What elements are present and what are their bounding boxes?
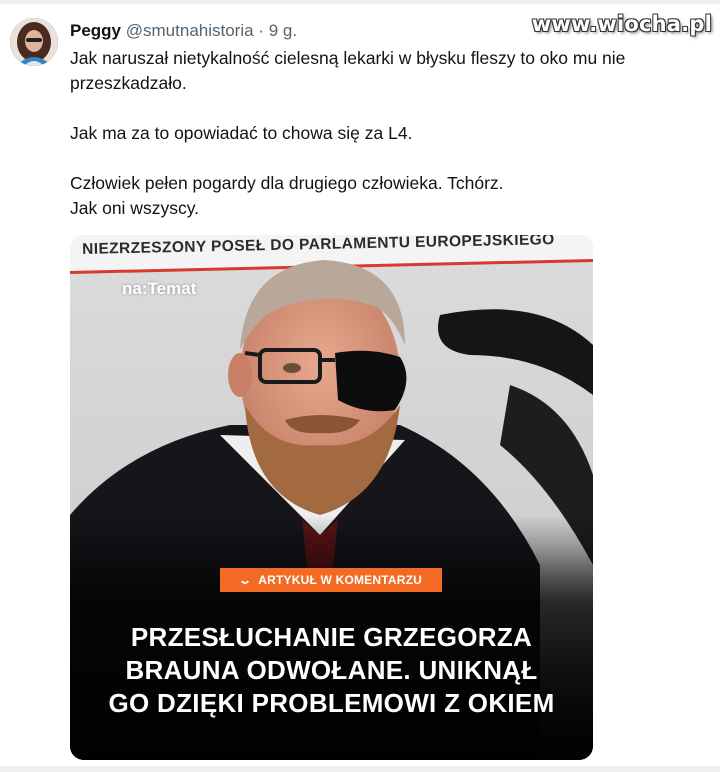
headline-line: BRAUNA ODWOŁANE. UNIKNĄŁ: [125, 655, 538, 685]
tweet-card: Peggy @smutnahistoria · 9 g. www.wiocha.…: [0, 0, 720, 772]
avatar-image: [10, 18, 58, 66]
cta-label: ARTYKUŁ W KOMENTARZU: [258, 573, 423, 587]
avatar[interactable]: [10, 18, 58, 66]
author-handle[interactable]: @smutnahistoria: [126, 21, 254, 40]
headline-line: PRZESŁUCHANIE GRZEGORZA: [130, 622, 533, 652]
article-in-comments-badge: ⌄ ARTYKUŁ W KOMENTARZU: [220, 568, 442, 592]
tweet-line: Jak ma za to opowiadać to chowa się za L…: [70, 123, 413, 143]
tweet-line: Jak oni wszyscy.: [70, 198, 200, 218]
bottom-divider: [0, 766, 720, 772]
tweet-line: przeszkadzało.: [70, 73, 187, 93]
tweet-header: Peggy @smutnahistoria · 9 g.: [70, 20, 297, 42]
author-name[interactable]: Peggy: [70, 21, 121, 40]
tweet-line: Jak naruszał nietykalność cielesną lekar…: [70, 48, 626, 68]
timestamp[interactable]: 9 g.: [269, 21, 297, 40]
chevron-down-icon: ⌄: [237, 573, 253, 587]
video-headline: PRZESŁUCHANIE GRZEGORZA BRAUNA ODWOŁANE.…: [70, 621, 593, 720]
tweet-line: Człowiek pełen pogardy dla drugiego czło…: [70, 173, 504, 193]
media-image[interactable]: NIEZRZESZONY POSEŁ DO PARLAMENTU EUROPEJ…: [70, 235, 593, 760]
logo-natemat: na:Temat: [122, 279, 197, 298]
headline-line: GO DZIĘKI PROBLEMOWI Z OKIEM: [108, 688, 555, 718]
tweet-text: Jak naruszał nietykalność cielesną lekar…: [70, 46, 700, 221]
top-divider: [0, 0, 720, 4]
separator: ·: [258, 21, 264, 40]
watermark: www.wiocha.pl: [531, 12, 712, 36]
